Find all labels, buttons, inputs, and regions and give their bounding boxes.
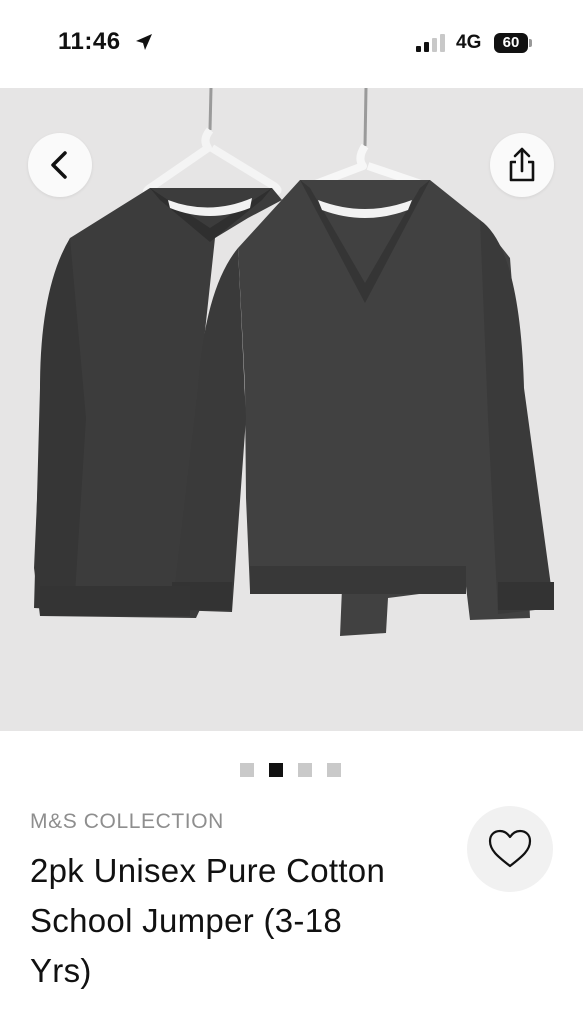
signal-icon [416,34,445,52]
share-button[interactable] [490,133,554,197]
image-pagination [240,763,341,777]
product-brand: M&S COLLECTION [30,810,224,833]
wishlist-button[interactable] [467,806,553,892]
pagination-dot[interactable] [298,763,312,777]
status-time: 11:46 [58,28,121,55]
product-image-gallery[interactable] [0,88,583,731]
network-label: 4G [456,32,482,53]
pagination-dot[interactable] [327,763,341,777]
battery-nub [529,39,532,47]
share-icon [509,147,535,182]
pagination-dot-active[interactable] [269,763,283,777]
pagination-dot[interactable] [240,763,254,777]
chevron-left-icon [51,151,67,179]
status-bar: 11:46 4G 60 [0,0,583,88]
battery-icon: 60 [494,33,528,53]
location-arrow-icon [136,34,152,50]
heart-icon [488,829,532,868]
product-title: 2pk Unisex Pure Cotton School Jumper (3-… [30,852,386,989]
back-button[interactable] [28,133,92,197]
